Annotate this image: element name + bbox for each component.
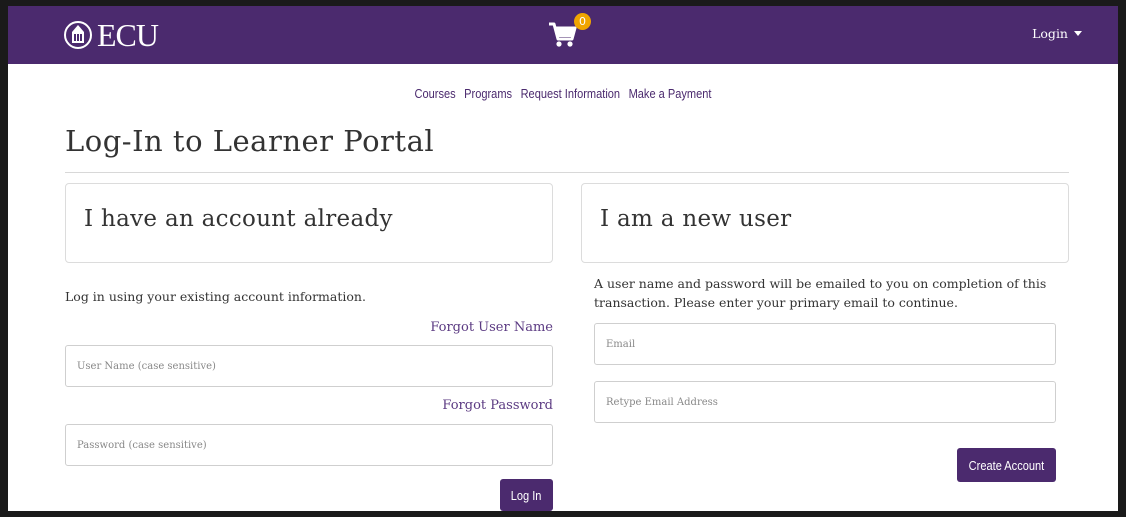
create-account-label: Create Account	[968, 457, 1045, 473]
logo-text: ECU	[97, 16, 159, 53]
nav-link-courses[interactable]: Courses	[415, 86, 456, 101]
new-user-intro: A user name and password will be emailed…	[594, 276, 1047, 310]
login-label: Login	[1032, 26, 1068, 41]
existing-account-heading: I have an account already	[84, 206, 393, 232]
existing-account-intro: Log in using your existing account infor…	[65, 289, 366, 304]
password-input[interactable]	[65, 424, 553, 466]
nav-link-programs[interactable]: Programs	[464, 86, 512, 101]
shopping-cart-icon	[549, 22, 577, 47]
login-dropdown[interactable]: Login	[1032, 26, 1082, 41]
forgot-password-link[interactable]: Forgot Password	[442, 398, 553, 413]
caret-down-icon	[1074, 31, 1082, 36]
username-input[interactable]	[65, 345, 553, 387]
retype-email-input[interactable]	[594, 381, 1056, 423]
nav-link-make-payment[interactable]: Make a Payment	[629, 86, 712, 101]
page-title: Log-In to Learner Portal	[65, 124, 435, 158]
ecu-seal-icon	[64, 21, 92, 49]
new-user-card: I am a new user	[581, 183, 1069, 263]
ecu-logo[interactable]: ECU	[63, 16, 159, 53]
log-in-label: Log In	[511, 487, 542, 503]
existing-account-card: I have an account already	[65, 183, 553, 263]
page-frame: ECU 0 Login Courses Programs Request Inf…	[8, 6, 1118, 511]
shopping-cart-button[interactable]: 0	[548, 13, 591, 52]
secondary-nav: Courses Programs Request Information Mak…	[91, 86, 1035, 101]
top-navbar: ECU 0 Login	[8, 6, 1118, 64]
forgot-username-link[interactable]: Forgot User Name	[430, 320, 553, 335]
nav-link-request-information[interactable]: Request Information	[521, 86, 621, 101]
cart-count-badge: 0	[574, 13, 591, 30]
email-input[interactable]	[594, 323, 1056, 365]
create-account-button[interactable]: Create Account	[957, 448, 1056, 482]
new-user-heading: I am a new user	[600, 206, 792, 232]
title-divider	[65, 172, 1069, 173]
log-in-button[interactable]: Log In	[500, 479, 553, 511]
